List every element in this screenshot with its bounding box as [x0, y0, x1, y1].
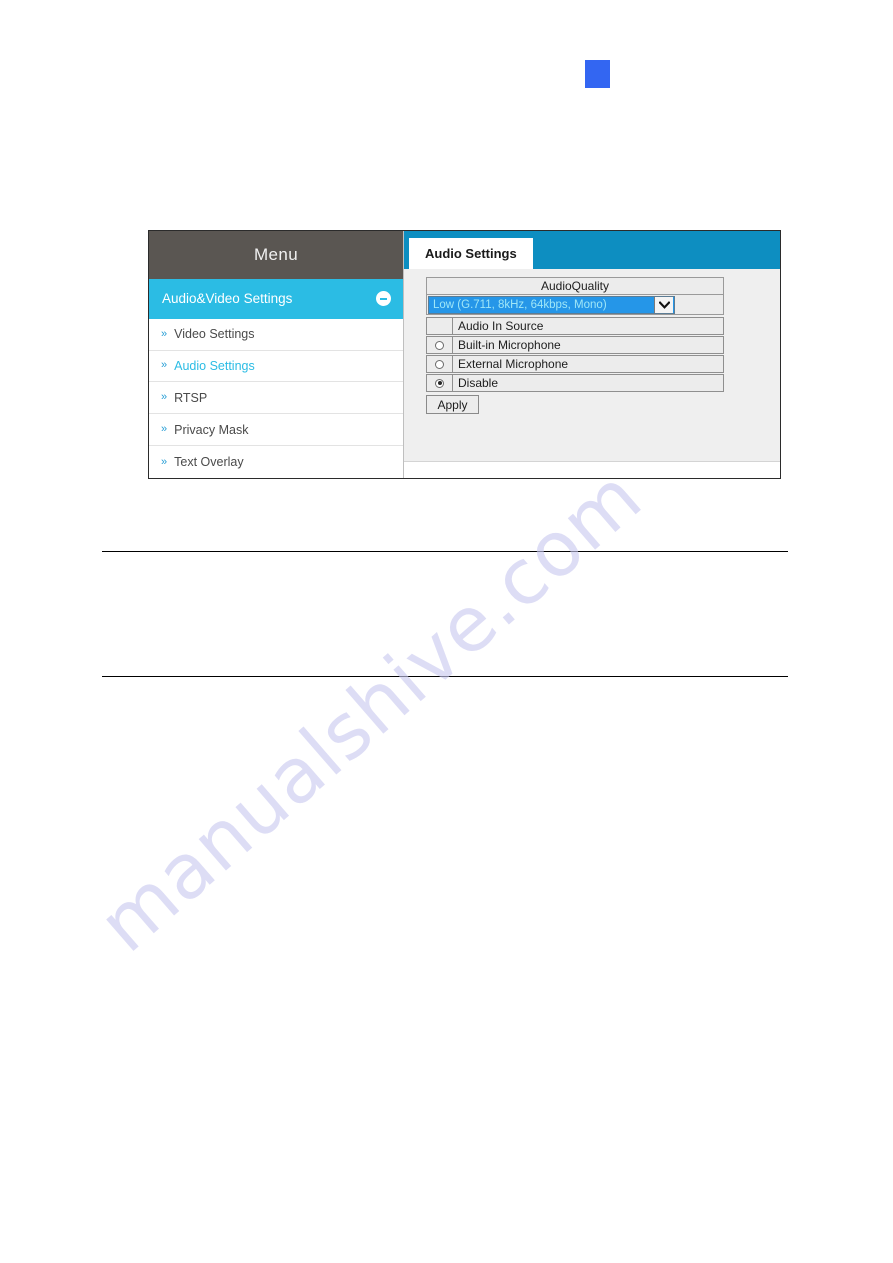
- audio-in-source-table: Audio In Source Built-in Microphone Exte…: [426, 317, 724, 392]
- camera-settings-screenshot: Menu Audio&Video Settings » Video Settin…: [148, 230, 781, 479]
- sidebar-item-text-overlay[interactable]: » Text Overlay: [149, 446, 403, 479]
- audio-quality-select[interactable]: Low (G.711, 8kHz, 64kbps, Mono): [428, 295, 675, 314]
- audio-in-source-option-row[interactable]: External Microphone: [426, 355, 724, 373]
- tab-audio-settings[interactable]: Audio Settings: [409, 238, 533, 269]
- chevron-double-right-icon: »: [161, 391, 168, 404]
- minus-circle-icon[interactable]: [376, 291, 391, 307]
- menu-header: Menu: [149, 231, 403, 279]
- sidebar-group-label: Audio&Video Settings: [162, 291, 293, 307]
- chevron-double-right-icon: »: [161, 423, 168, 436]
- sidebar-item-rtsp[interactable]: » RTSP: [149, 382, 403, 415]
- audio-in-source-option-row[interactable]: Disable: [426, 374, 724, 392]
- sidebar-item-privacy-mask[interactable]: » Privacy Mask: [149, 414, 403, 447]
- form-bottom-strip: [404, 461, 780, 478]
- header-spacer-cell: [426, 317, 453, 335]
- chevron-double-right-icon: »: [161, 455, 168, 468]
- sidebar-item-label: Video Settings: [174, 327, 255, 342]
- sidebar-group-audio-video-settings[interactable]: Audio&Video Settings: [149, 278, 403, 319]
- tab-bar: Audio Settings: [404, 231, 780, 269]
- sidebar-item-label: Audio Settings: [174, 358, 255, 373]
- sidebar-item-label: Privacy Mask: [174, 422, 249, 437]
- watermark-text: manualshive.com: [81, 451, 659, 969]
- audio-in-source-option-row[interactable]: Built-in Microphone: [426, 336, 724, 354]
- audio-in-source-header-label: Audio In Source: [453, 317, 724, 335]
- sidebar-item-label: Text Overlay: [174, 455, 244, 470]
- option-label: External Microphone: [453, 355, 724, 373]
- radio-cell[interactable]: [426, 355, 453, 373]
- apply-button-label: Apply: [437, 397, 468, 412]
- sidebar: Menu Audio&Video Settings » Video Settin…: [149, 231, 404, 479]
- audio-quality-header: AudioQuality: [426, 277, 724, 295]
- audio-quality-header-label: AudioQuality: [540, 279, 610, 293]
- chevron-down-icon[interactable]: [654, 296, 673, 313]
- radio-cell[interactable]: [426, 336, 453, 354]
- radio-external-microphone[interactable]: [435, 359, 444, 369]
- blue-marker-square: [585, 60, 610, 88]
- horizontal-rule-top: [102, 551, 788, 552]
- chevron-double-right-icon: »: [161, 327, 168, 340]
- radio-disable[interactable]: [435, 378, 444, 388]
- option-label: Disable: [453, 374, 724, 392]
- chevron-double-right-icon: »: [161, 359, 168, 372]
- watermark-layer: manualshive.com: [0, 0, 893, 1263]
- tab-label: Audio Settings: [425, 246, 517, 261]
- horizontal-rule-bottom: [102, 676, 788, 677]
- sidebar-item-video-settings[interactable]: » Video Settings: [149, 318, 403, 351]
- radio-cell[interactable]: [426, 374, 453, 392]
- apply-button[interactable]: Apply: [426, 395, 479, 414]
- audio-in-source-header-row: Audio In Source: [426, 317, 724, 335]
- sidebar-item-audio-settings[interactable]: » Audio Settings: [149, 350, 403, 383]
- content-panel: Audio Settings AudioQuality Low (G.711, …: [404, 231, 780, 478]
- audio-quality-row: Low (G.711, 8kHz, 64kbps, Mono): [426, 295, 724, 315]
- option-label: Built-in Microphone: [453, 336, 724, 354]
- audio-quality-selected-value: Low (G.711, 8kHz, 64kbps, Mono): [433, 298, 607, 311]
- sidebar-item-label: RTSP: [174, 390, 208, 405]
- menu-header-label: Menu: [253, 244, 299, 264]
- audio-settings-form: AudioQuality Low (G.711, 8kHz, 64kbps, M…: [404, 269, 780, 478]
- radio-builtin-microphone[interactable]: [435, 340, 444, 350]
